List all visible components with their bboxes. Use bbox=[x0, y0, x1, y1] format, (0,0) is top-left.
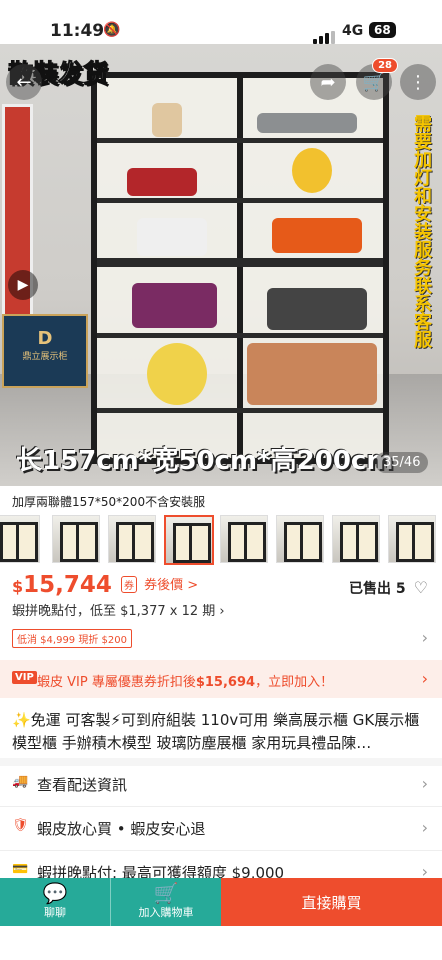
row-label: 蝦皮放心買 • 蝦皮安心退 bbox=[37, 820, 206, 838]
chevron-right-icon: › bbox=[421, 669, 428, 688]
wall-poster bbox=[2, 104, 33, 346]
variant-thumb[interactable] bbox=[332, 515, 380, 563]
brand-poster-text: 鼎立展示柜 bbox=[22, 352, 68, 362]
toy-figure bbox=[152, 103, 182, 137]
shield-icon: 🛡 bbox=[12, 818, 29, 833]
hero-side-text: 需要加灯和安装服务联系客服 bbox=[411, 114, 432, 348]
toy-motorcycle bbox=[132, 283, 217, 328]
price-row[interactable]: $15,744 券 券後價 > bbox=[12, 572, 198, 598]
variant-thumb[interactable] bbox=[52, 515, 100, 563]
bottom-action-bar: 💬 聊聊 🛒 加入購物車 直接購買 bbox=[0, 878, 442, 926]
variant-thumbnails bbox=[0, 515, 442, 565]
chat-button[interactable]: 💬 聊聊 bbox=[0, 878, 110, 926]
toy-buildings bbox=[247, 343, 377, 405]
price-value: 15,744 bbox=[23, 572, 112, 598]
heart-icon[interactable]: ♡ bbox=[414, 578, 428, 597]
variant-thumb[interactable] bbox=[220, 515, 268, 563]
variant-thumb[interactable] bbox=[276, 515, 324, 563]
product-title: ✨免運 可客製⚡可到府組裝 110v可用 樂高展示櫃 GK展示櫃 模型櫃 手辦積… bbox=[12, 711, 420, 752]
more-dots-icon: ⋮ bbox=[409, 71, 427, 93]
coupon-label: 券後價 > bbox=[144, 578, 199, 593]
toy-figures bbox=[137, 218, 207, 256]
variant-label: 加厚兩聯體157*50*200不含安裝服 bbox=[12, 495, 206, 509]
chat-label: 聊聊 bbox=[44, 906, 66, 919]
toy-sportscar bbox=[272, 218, 362, 253]
back-button[interactable]: ← bbox=[6, 64, 42, 100]
sold-text: 已售出 5 bbox=[349, 581, 406, 597]
share-icon: ➦ bbox=[320, 71, 336, 93]
image-counter: 35/46 bbox=[375, 452, 429, 473]
vip-banner[interactable]: VIP 蝦皮 VIP 專屬優惠券折扣後$15,694，立即加入！ › bbox=[0, 660, 442, 698]
play-icon: ▶ bbox=[17, 277, 29, 293]
toy-ferris-wheel bbox=[147, 343, 207, 405]
guarantee-row[interactable]: 🛡 蝦皮放心買 • 蝦皮安心退 › bbox=[0, 806, 442, 851]
battery-icon: 68 bbox=[369, 22, 396, 38]
variant-thumb[interactable] bbox=[388, 515, 436, 563]
vip-icon: VIP bbox=[12, 671, 37, 684]
truck-icon: 🚚 bbox=[12, 774, 29, 789]
status-bar: 11:49 🔕 4G 68 bbox=[0, 0, 442, 44]
chat-icon: 💬 bbox=[42, 881, 68, 905]
more-button[interactable]: ⋮ bbox=[400, 64, 436, 100]
variant-thumb[interactable] bbox=[0, 515, 40, 563]
variant-thumb-selected[interactable] bbox=[164, 515, 214, 565]
brand-poster: D 鼎立展示柜 bbox=[2, 314, 88, 388]
add-to-cart-button[interactable]: 🛒 加入購物車 bbox=[110, 878, 221, 926]
cart-icon: 🛒 bbox=[362, 71, 386, 93]
add-to-cart-label: 加入購物車 bbox=[138, 906, 194, 919]
installment-info[interactable]: 蝦拼晚點付，低至 $1,377 x 12 期 › bbox=[12, 600, 225, 619]
toy-car bbox=[127, 168, 197, 196]
shipping-info-row[interactable]: 🚚 查看配送資訊 › bbox=[0, 762, 442, 807]
cart-button[interactable]: 🛒 28 bbox=[356, 58, 398, 100]
chevron-right-icon: › bbox=[421, 818, 428, 837]
cart-badge: 28 bbox=[372, 58, 398, 73]
row-label: 查看配送資訊 bbox=[37, 776, 128, 794]
price-currency: $ bbox=[12, 577, 24, 596]
chevron-right-icon[interactable]: › bbox=[422, 628, 428, 647]
play-video-button[interactable]: ▶ bbox=[8, 270, 38, 300]
toy-ship bbox=[257, 113, 357, 133]
promo-tag[interactable]: 低消 $4,999 現折 $200 bbox=[12, 629, 132, 648]
dimensions-text: 长157cm*宽50cm*高200cm bbox=[16, 446, 394, 476]
coupon-icon: 券 bbox=[121, 576, 137, 593]
vip-text: 蝦皮 VIP 專屬優惠券折扣後$15,694，立即加入！ bbox=[37, 675, 334, 690]
chevron-right-icon: › bbox=[421, 774, 428, 793]
paylater-icon: 💳 bbox=[12, 862, 29, 877]
toy-duck bbox=[292, 148, 332, 193]
bell-off-icon: 🔕 bbox=[103, 22, 121, 38]
display-cabinet bbox=[91, 72, 389, 464]
buy-now-button[interactable]: 直接購買 bbox=[221, 878, 442, 926]
toy-motorcycle-2 bbox=[267, 288, 367, 330]
share-button[interactable]: ➦ bbox=[310, 64, 346, 100]
home-indicator-area bbox=[0, 926, 442, 960]
cart-add-icon: 🛒 bbox=[153, 881, 179, 905]
variant-thumb[interactable] bbox=[108, 515, 156, 563]
status-time: 11:49 bbox=[50, 21, 105, 41]
brand-logo-icon: D bbox=[37, 328, 53, 349]
back-arrow-icon: ← bbox=[16, 71, 32, 93]
network-label: 4G bbox=[342, 23, 364, 39]
sold-count: 已售出 5 ♡ bbox=[349, 578, 428, 598]
signal-icon bbox=[313, 25, 337, 44]
product-image-carousel[interactable]: D 鼎立展示柜 散裝发货 需要加灯和安装服务联系客服 长157cm*宽50cm*… bbox=[0, 44, 442, 486]
